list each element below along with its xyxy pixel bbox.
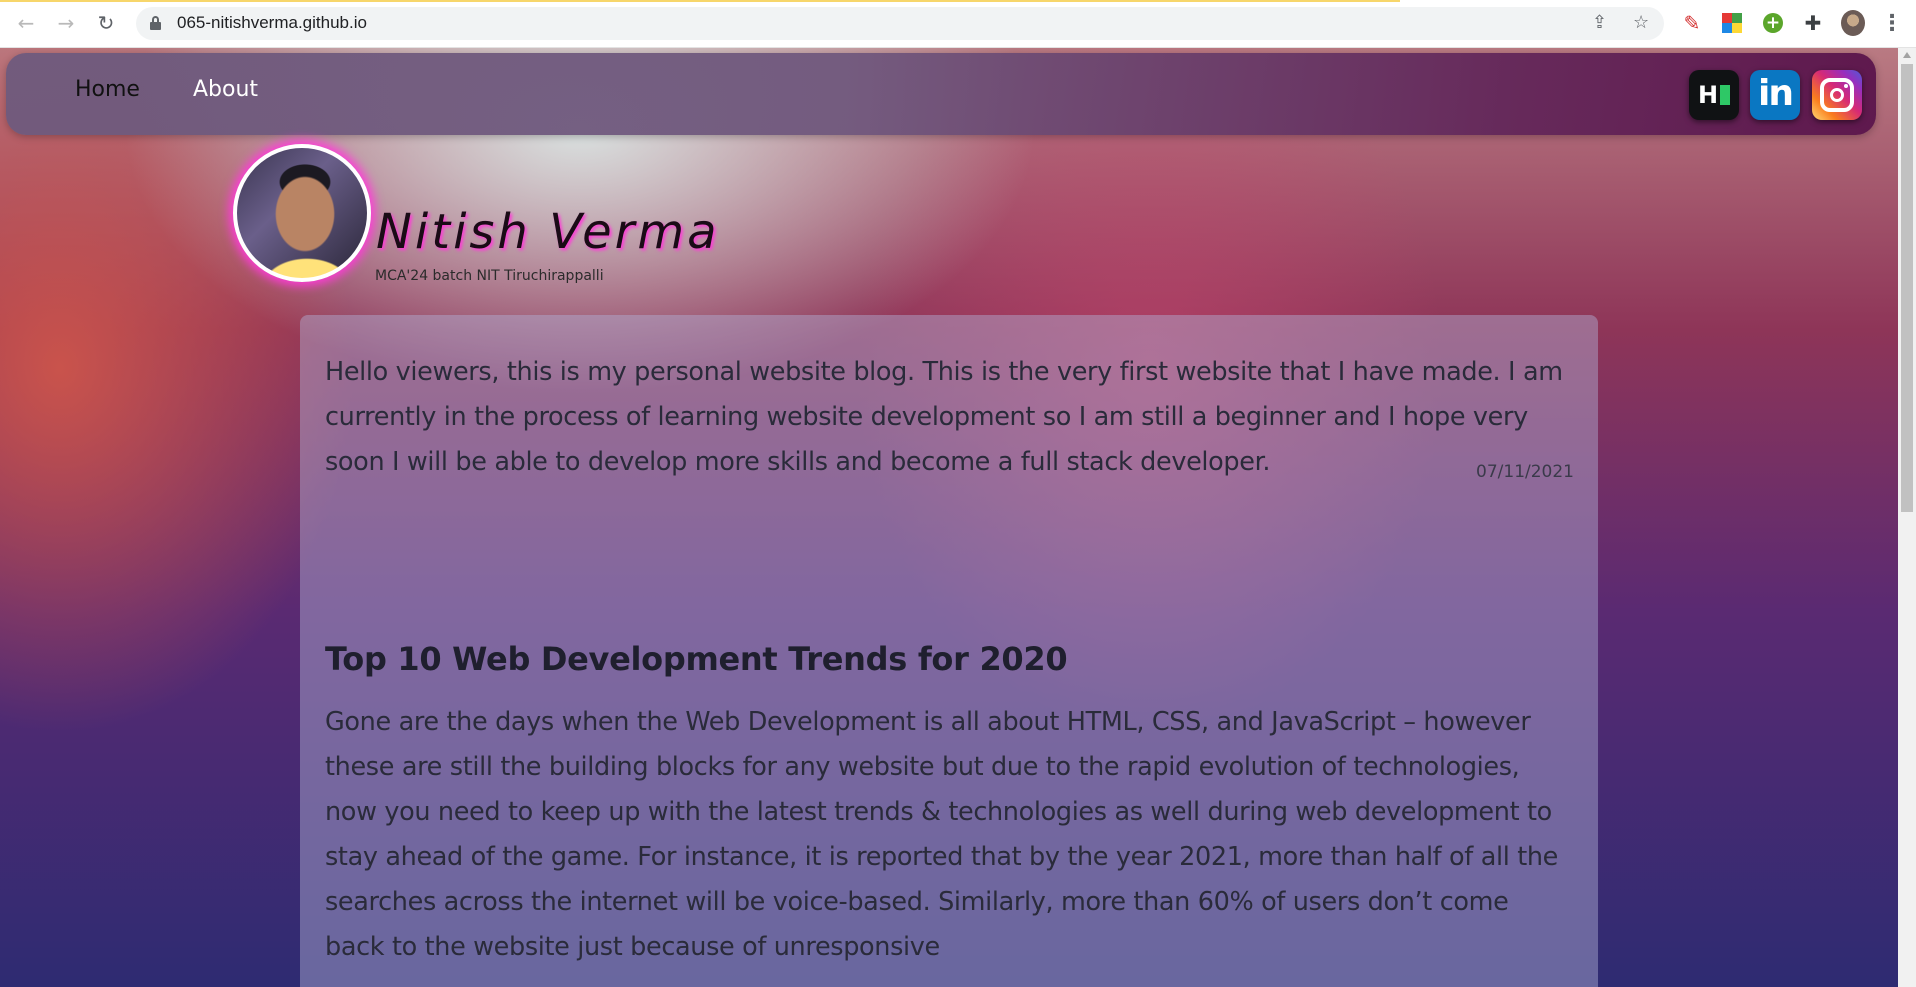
intro-paragraph: Hello viewers, this is my personal websi… [325, 357, 1563, 477]
reload-icon[interactable]: ↻ [92, 9, 120, 37]
nav-home-link[interactable]: Home [75, 77, 140, 102]
page-viewport: Home About H in Nitish Verma MCA'24 batc… [0, 48, 1898, 987]
linkedin-icon[interactable]: in [1750, 70, 1800, 120]
back-icon[interactable]: ← [12, 9, 40, 37]
post-body: Gone are the days when the Web Developme… [325, 707, 1558, 962]
scrollbar-thumb[interactable] [1901, 64, 1913, 512]
post-title: Top 10 Web Development Trends for 2020 [325, 640, 1068, 678]
pen-extension-icon[interactable]: ✎ [1680, 11, 1704, 35]
profile-avatar-photo [233, 144, 371, 282]
profile-avatar[interactable] [1841, 10, 1865, 36]
nav-about-link[interactable]: About [193, 77, 258, 102]
instagram-icon[interactable] [1812, 70, 1862, 120]
lock-icon[interactable] [150, 16, 161, 30]
url-text[interactable]: 065-nitishverma.github.io [177, 13, 367, 33]
page-scrollbar[interactable] [1898, 48, 1916, 987]
star-icon[interactable]: ☆ [1633, 12, 1649, 33]
address-bar[interactable]: 065-nitishverma.github.io ⇪ ☆ [136, 7, 1664, 40]
forward-icon[interactable]: → [52, 9, 80, 37]
site-owner-name: Nitish Verma [376, 204, 720, 260]
site-owner-subtitle: MCA'24 batch NIT Tiruchirappalli [375, 268, 604, 284]
hackerrank-icon[interactable]: H [1689, 70, 1739, 120]
site-navbar: Home About H in [6, 53, 1876, 135]
browser-toolbar: ← → ↻ 065-nitishverma.github.io ⇪ ☆ ✎ + … [0, 0, 1916, 48]
scroll-up-arrow-icon[interactable] [1903, 52, 1911, 58]
loading-bar [0, 0, 1400, 2]
content-card: Hello viewers, this is my personal websi… [300, 315, 1598, 987]
colors-extension-icon[interactable] [1720, 11, 1744, 35]
more-menu-icon[interactable]: ⋮ [1880, 11, 1904, 36]
puzzle-extension-icon[interactable]: ✚ [1801, 11, 1825, 35]
post-date: 07/11/2021 [1476, 462, 1574, 482]
share-icon[interactable]: ⇪ [1592, 12, 1607, 33]
plus-extension-icon[interactable]: + [1761, 11, 1785, 35]
